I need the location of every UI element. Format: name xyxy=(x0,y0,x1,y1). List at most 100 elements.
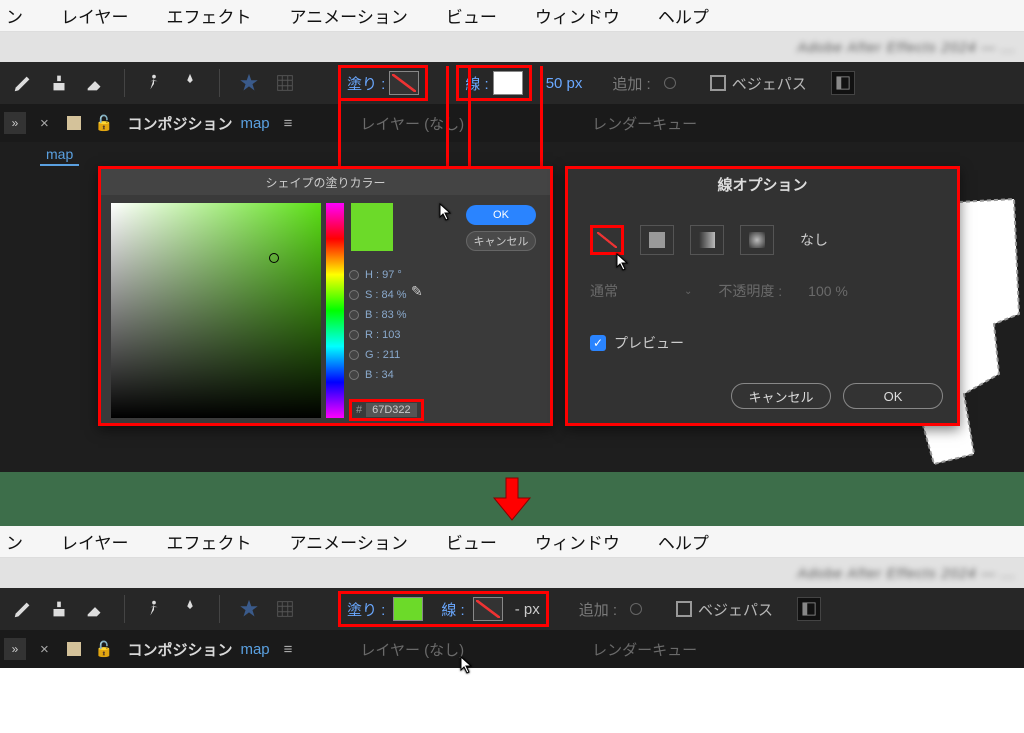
menu-item-animation[interactable]: アニメーション xyxy=(290,3,408,28)
fill-stroke-result-highlight: 塗り : 線 : - px xyxy=(338,591,549,627)
stroke-width-value[interactable]: 50 px xyxy=(546,75,583,92)
panel-expand-icon[interactable]: » xyxy=(4,638,26,660)
add-button-icon[interactable] xyxy=(630,603,642,615)
menu-item-window[interactable]: ウィンドウ xyxy=(535,529,620,554)
hue-slider[interactable] xyxy=(326,203,344,418)
cancel-button[interactable]: キャンセル xyxy=(466,231,536,251)
lock-icon[interactable]: 🔓 xyxy=(95,640,114,658)
sv-picker[interactable] xyxy=(111,203,321,418)
fill-label[interactable]: 塗り : xyxy=(347,599,385,620)
brush-tool-icon[interactable] xyxy=(10,70,36,96)
fill-swatch-green[interactable] xyxy=(393,597,423,621)
fill-color-dialog: シェイプの塗りカラー OK キャンセル ✎ H : 97 ° S : 84 % … xyxy=(98,166,553,426)
menu-item-window[interactable]: ウィンドウ xyxy=(535,3,620,28)
composition-viewer[interactable]: map シェイプの塗りカラー OK キャンセル ✎ H : 97 xyxy=(0,142,1024,472)
tab-render-queue[interactable]: レンダーキュー xyxy=(592,113,697,134)
brush-tool-icon[interactable] xyxy=(10,596,36,622)
menu-item-help[interactable]: ヘルプ xyxy=(658,3,709,28)
down-arrow-icon xyxy=(492,476,532,522)
cancel-button[interactable]: キャンセル xyxy=(731,383,831,409)
checkbox-icon[interactable] xyxy=(676,601,692,617)
eraser-icon[interactable] xyxy=(82,596,108,622)
star-icon[interactable] xyxy=(236,596,262,622)
b-value[interactable]: B : 34 xyxy=(365,365,394,385)
menu-item[interactable]: ン xyxy=(6,3,23,28)
sv-picker-handle[interactable] xyxy=(269,253,279,263)
tab-render-queue[interactable]: レンダーキュー xyxy=(592,639,697,660)
stroke-type-none[interactable] xyxy=(590,225,624,255)
eyedropper-icon[interactable]: ✎ xyxy=(411,283,423,300)
tab-close-icon[interactable]: × xyxy=(40,641,49,658)
h-value[interactable]: H : 97 ° xyxy=(365,265,402,285)
r-value[interactable]: R : 103 xyxy=(365,325,400,345)
tab-close-icon[interactable]: × xyxy=(40,115,49,132)
tab-composition-name[interactable]: map xyxy=(240,641,269,658)
grid-icon[interactable] xyxy=(272,596,298,622)
panel-icon[interactable] xyxy=(831,71,855,95)
panel-tab-bar: » × 🔓 コンポジション map ≡ レイヤー (なし) レンダーキュー xyxy=(0,630,1024,668)
fill-swatch-none[interactable] xyxy=(389,71,419,95)
grid-icon[interactable] xyxy=(272,70,298,96)
add-label[interactable]: 追加 : xyxy=(612,73,650,94)
menu-item-layer[interactable]: レイヤー xyxy=(61,529,129,554)
panel-menu-icon[interactable]: ≡ xyxy=(284,641,293,658)
stroke-width-value[interactable]: - px xyxy=(515,601,540,618)
blend-mode-select[interactable]: 通常 xyxy=(590,281,618,301)
panel-menu-icon[interactable]: ≡ xyxy=(284,115,293,132)
checkbox-checked-icon[interactable]: ✓ xyxy=(590,335,606,351)
panel-icon[interactable] xyxy=(797,597,821,621)
fill-label[interactable]: 塗り : xyxy=(347,73,385,94)
star-icon[interactable] xyxy=(236,70,262,96)
bright-value[interactable]: B : 83 % xyxy=(365,305,407,325)
menu-item-animation[interactable]: アニメーション xyxy=(290,529,408,554)
tab-composition-name[interactable]: map xyxy=(240,115,269,132)
checkbox-icon[interactable] xyxy=(710,75,726,91)
stroke-type-linear-gradient[interactable] xyxy=(690,225,724,255)
bezier-path-toggle[interactable]: ベジェパス xyxy=(710,73,807,94)
eraser-icon[interactable] xyxy=(82,70,108,96)
stroke-type-solid[interactable] xyxy=(640,225,674,255)
g-value[interactable]: G : 211 xyxy=(365,345,400,365)
panel-expand-icon[interactable]: » xyxy=(4,112,26,134)
window-title: Adobe After Effects 2024 — ... xyxy=(797,39,1016,55)
lock-icon[interactable]: 🔓 xyxy=(95,114,114,132)
menu-item-effect[interactable]: エフェクト xyxy=(167,3,252,28)
stroke-type-radial-gradient[interactable] xyxy=(740,225,774,255)
stroke-label[interactable]: 線 : xyxy=(441,599,464,620)
menu-item-view[interactable]: ビュー xyxy=(446,3,497,28)
add-button-icon[interactable] xyxy=(664,77,676,89)
puppet-tool-icon[interactable] xyxy=(141,596,167,622)
puppet-tool-icon[interactable] xyxy=(141,70,167,96)
comp-color-chip xyxy=(67,116,81,130)
tab-composition-word[interactable]: コンポジション xyxy=(127,113,232,134)
s-value[interactable]: S : 84 % xyxy=(365,285,407,305)
tab-composition-word[interactable]: コンポジション xyxy=(127,639,232,660)
tab-layer-none[interactable]: レイヤー (なし) xyxy=(360,639,464,660)
bezier-path-toggle[interactable]: ベジェパス xyxy=(676,599,773,620)
transition-arrow-strip xyxy=(0,472,1024,526)
hex-input[interactable]: 67D322 xyxy=(366,403,417,417)
pin-tool-icon[interactable] xyxy=(177,70,203,96)
clone-stamp-icon[interactable] xyxy=(46,596,72,622)
panel-tab-bar: » × 🔓 コンポジション map ≡ レイヤー (なし) レンダーキュー xyxy=(0,104,1024,142)
clone-stamp-icon[interactable] xyxy=(46,70,72,96)
cursor-icon xyxy=(616,253,630,271)
stroke-options-dialog: 線オプション なし 通常 ⌄ 不透明度 : 100 % ✓ プレビュー キャンセ… xyxy=(565,166,960,426)
menu-item-help[interactable]: ヘルプ xyxy=(658,529,709,554)
cursor-icon xyxy=(439,203,453,221)
ok-button[interactable]: OK xyxy=(466,205,536,225)
preview-row[interactable]: ✓ プレビュー xyxy=(590,333,684,353)
stroke-swatch-none[interactable] xyxy=(473,597,503,621)
opacity-value[interactable]: 100 % xyxy=(808,283,848,299)
pin-tool-icon[interactable] xyxy=(177,596,203,622)
ok-button[interactable]: OK xyxy=(843,383,943,409)
stroke-swatch[interactable] xyxy=(493,71,523,95)
menu-item-view[interactable]: ビュー xyxy=(446,529,497,554)
add-label[interactable]: 追加 : xyxy=(579,599,617,620)
menu-item[interactable]: ン xyxy=(6,529,23,554)
color-preview-swatch xyxy=(351,203,393,251)
menu-item-effect[interactable]: エフェクト xyxy=(167,529,252,554)
viewer-sub-tab[interactable]: map xyxy=(40,144,79,166)
stroke-type-label: なし xyxy=(800,230,828,250)
menu-item-layer[interactable]: レイヤー xyxy=(61,3,129,28)
